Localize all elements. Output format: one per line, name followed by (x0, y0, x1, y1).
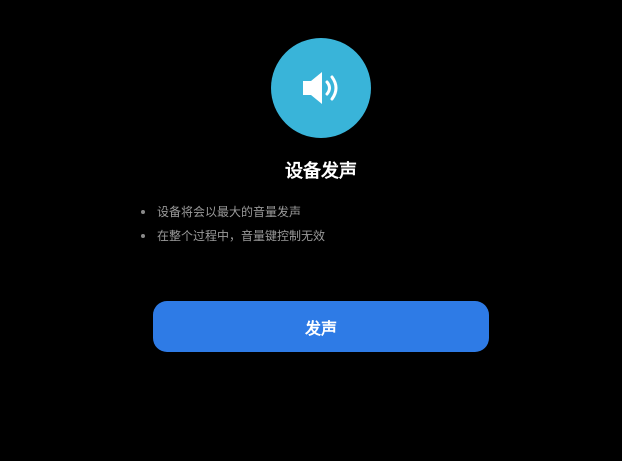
make-sound-button[interactable]: 发声 (153, 301, 489, 352)
bullet-dot-icon (141, 210, 145, 214)
page-title: 设备发声 (285, 161, 357, 182)
note-text: 在整个过程中，音量键控制无效 (157, 229, 326, 243)
notes-list: 设备将会以最大的音量发声 在整个过程中，音量键控制无效 (141, 202, 325, 250)
note-item: 在整个过程中，音量键控制无效 (141, 226, 325, 246)
speaker-badge (271, 38, 371, 138)
speaker-sound-icon (303, 72, 338, 104)
note-item: 设备将会以最大的音量发声 (141, 202, 325, 222)
bullet-dot-icon (141, 234, 145, 238)
note-text: 设备将会以最大的音量发声 (157, 205, 302, 219)
